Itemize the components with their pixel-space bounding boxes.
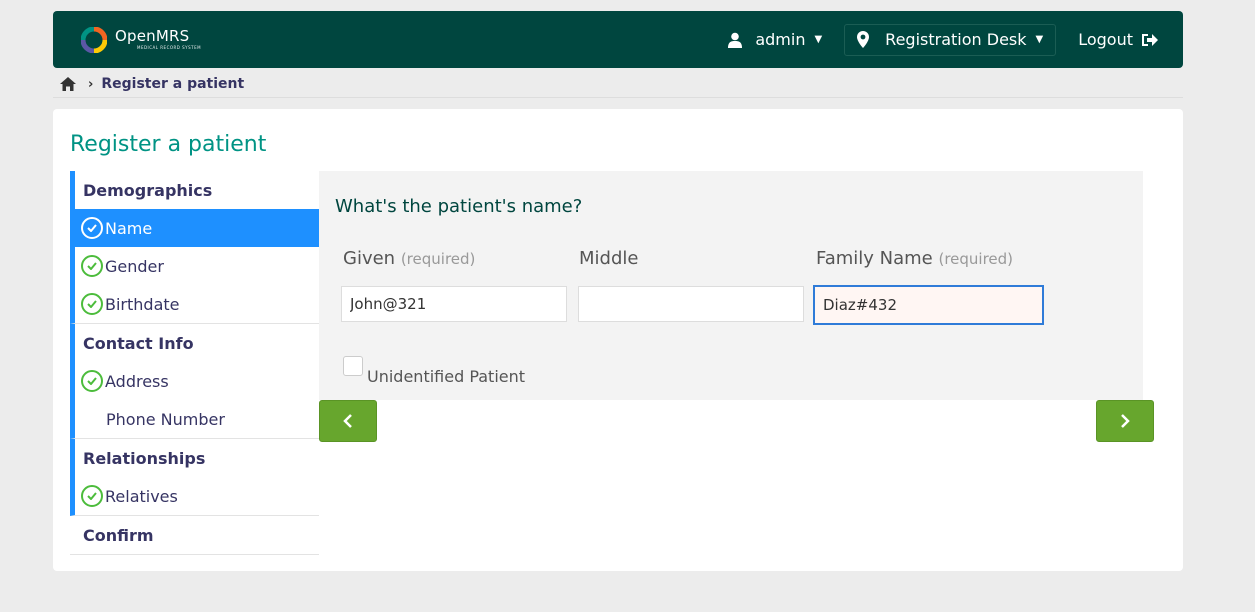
- user-name: admin: [755, 30, 806, 49]
- check-circle-icon: [81, 217, 103, 239]
- location-name: Registration Desk: [885, 30, 1027, 49]
- check-circle-icon: [81, 485, 103, 507]
- section-demographics: Demographics Name Gender Birthdate: [70, 171, 319, 324]
- unidentified-patient-label[interactable]: Unidentified Patient: [367, 367, 525, 386]
- prev-button[interactable]: [319, 400, 377, 442]
- family-name-label: Family Name (required): [816, 248, 1013, 269]
- given-required-hint: (required): [400, 250, 476, 268]
- sidebar-item-label: Gender: [105, 256, 164, 276]
- logout-label: Logout: [1078, 30, 1133, 49]
- check-circle-icon: [81, 370, 103, 392]
- section-contact-info: Contact Info Address Phone Number: [70, 324, 319, 439]
- check-circle-icon: [81, 293, 103, 315]
- sidebar-item-name[interactable]: Name: [75, 209, 319, 247]
- section-title-confirm[interactable]: Confirm: [70, 516, 319, 554]
- name-form-panel: What's the patient's name? Given (requir…: [319, 171, 1143, 400]
- logo-name: OpenMRS: [115, 27, 190, 45]
- page-title: Register a patient: [70, 132, 267, 157]
- sidebar-item-gender[interactable]: Gender: [75, 247, 319, 285]
- sidebar-item-label: Name: [105, 218, 153, 238]
- sidebar-item-relatives[interactable]: Relatives: [75, 477, 319, 515]
- location-menu[interactable]: Registration Desk ▼: [844, 23, 1057, 56]
- next-button[interactable]: [1096, 400, 1154, 442]
- form-question: What's the patient's name?: [335, 196, 583, 217]
- section-title-contact-info[interactable]: Contact Info: [75, 324, 319, 362]
- given-label-text: Given: [343, 248, 396, 269]
- registration-steps-sidebar: Demographics Name Gender Birthdate Conta…: [70, 171, 319, 555]
- chevron-down-icon: ▼: [1035, 34, 1044, 45]
- chevron-left-icon: [343, 414, 352, 428]
- middle-label-text: Middle: [579, 248, 639, 269]
- logo-tagline: MEDICAL RECORD SYSTEM: [137, 45, 202, 50]
- family-required-hint: (required): [938, 250, 1014, 268]
- sidebar-item-label: Birthdate: [105, 294, 180, 314]
- given-name-label: Given (required): [343, 248, 475, 269]
- home-icon[interactable]: [60, 77, 76, 91]
- logout-link[interactable]: Logout: [1078, 30, 1159, 49]
- family-name-input[interactable]: [813, 285, 1044, 325]
- sidebar-item-label: Address: [105, 371, 169, 391]
- chevron-right-icon: ›: [88, 76, 94, 92]
- chevron-down-icon: ▼: [814, 34, 823, 45]
- top-header: OpenMRS MEDICAL RECORD SYSTEM admin ▼ Re…: [53, 11, 1183, 68]
- main-card: Register a patient Demographics Name Gen…: [53, 109, 1183, 571]
- map-marker-icon: [857, 31, 870, 48]
- openmrs-logo-icon: [81, 26, 107, 53]
- openmrs-logo[interactable]: OpenMRS MEDICAL RECORD SYSTEM: [81, 26, 202, 53]
- sidebar-item-address[interactable]: Address: [75, 362, 319, 400]
- user-icon: [728, 32, 743, 48]
- breadcrumb-current: Register a patient: [101, 76, 245, 92]
- breadcrumb-divider: [53, 97, 1183, 98]
- check-circle-icon: [81, 255, 103, 277]
- sign-out-icon: [1142, 33, 1158, 46]
- given-name-input[interactable]: [341, 286, 567, 322]
- middle-name-label: Middle: [579, 248, 638, 269]
- chevron-right-icon: [1121, 414, 1130, 428]
- middle-name-input[interactable]: [578, 286, 804, 322]
- breadcrumb: › Register a patient: [60, 73, 244, 95]
- sidebar-item-birthdate[interactable]: Birthdate: [75, 285, 319, 323]
- sidebar-item-label: Relatives: [105, 486, 178, 506]
- family-label-text: Family Name: [816, 248, 933, 269]
- user-menu[interactable]: admin ▼: [727, 30, 822, 49]
- sidebar-item-label: Phone Number: [106, 409, 225, 429]
- section-confirm: Confirm: [70, 516, 319, 555]
- section-title-relationships[interactable]: Relationships: [75, 439, 319, 477]
- unidentified-patient-checkbox[interactable]: [343, 356, 363, 376]
- section-title-demographics[interactable]: Demographics: [75, 171, 319, 209]
- section-relationships: Relationships Relatives: [70, 439, 319, 516]
- sidebar-item-phone-number[interactable]: Phone Number: [75, 400, 319, 438]
